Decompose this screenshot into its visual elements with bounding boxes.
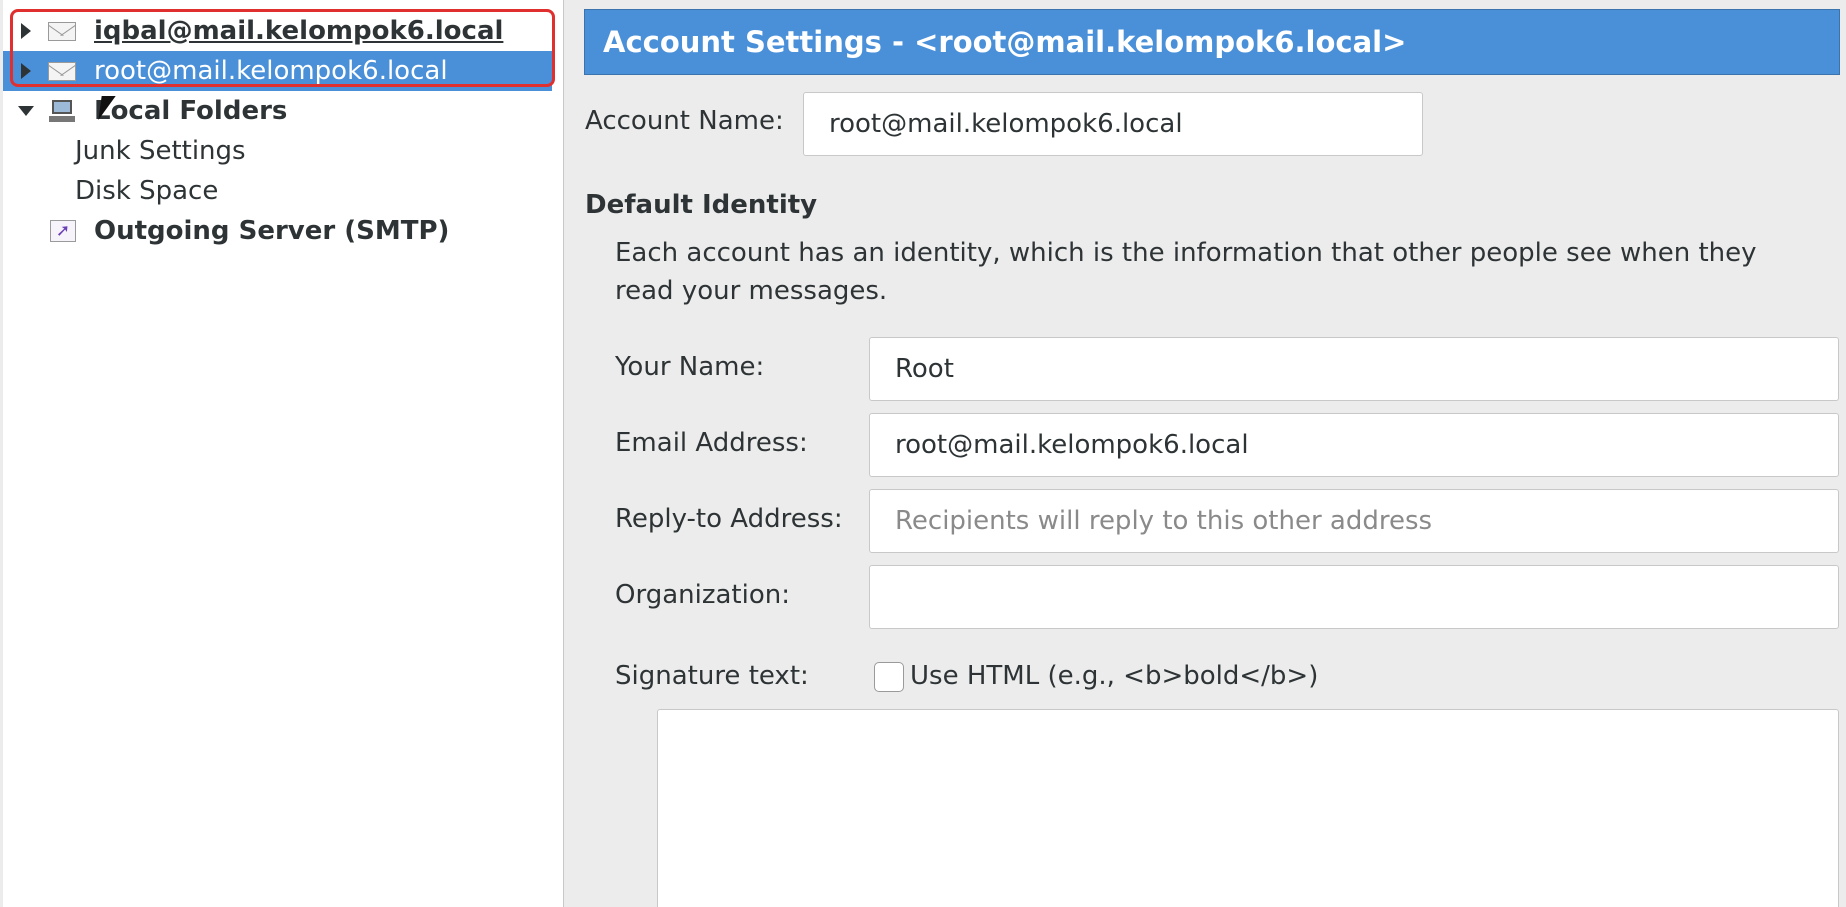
- outgoing-server-icon: ➚: [50, 220, 76, 242]
- computer-screen-icon-part: [52, 100, 72, 114]
- tree-item-local-folders[interactable]: Local Folders: [3, 91, 563, 131]
- signature-text-label: Signature text:: [615, 661, 809, 691]
- account-label-iqbal: iqbal@mail.kelompok6.local: [94, 16, 504, 46]
- expand-arrow-icon[interactable]: [21, 63, 31, 79]
- disk-space-label: Disk Space: [75, 176, 219, 206]
- identity-description: Each account has an identity, which is t…: [615, 238, 1757, 306]
- organization-input[interactable]: [869, 565, 1839, 629]
- use-html-label[interactable]: Use HTML (e.g., <b>bold</b>): [910, 661, 1318, 691]
- mail-account-icon: [48, 61, 76, 81]
- account-settings-window: iqbal@mail.kelompok6.local root@mail.kel…: [0, 0, 1846, 907]
- account-tree[interactable]: iqbal@mail.kelompok6.local root@mail.kel…: [3, 0, 564, 907]
- account-name-label: Account Name:: [585, 106, 784, 136]
- tree-item-outgoing-server[interactable]: ➚ Outgoing Server (SMTP): [3, 211, 563, 251]
- collapse-arrow-icon[interactable]: [18, 106, 34, 116]
- reply-to-label: Reply-to Address:: [615, 504, 843, 534]
- signature-textarea[interactable]: [657, 709, 1839, 907]
- computer-base-icon-part: [49, 116, 75, 122]
- tree-item-iqbal-account[interactable]: iqbal@mail.kelompok6.local: [3, 11, 563, 51]
- computer-icon: [49, 98, 75, 124]
- your-name-input[interactable]: Root: [869, 337, 1839, 401]
- email-address-label: Email Address:: [615, 428, 808, 458]
- tree-item-disk-space[interactable]: Disk Space: [3, 171, 563, 211]
- email-address-input[interactable]: root@mail.kelompok6.local: [869, 413, 1839, 477]
- tree-item-root-account[interactable]: root@mail.kelompok6.local: [3, 51, 552, 91]
- expand-arrow-icon[interactable]: [21, 23, 31, 39]
- mail-account-icon: [48, 21, 76, 41]
- account-label-root: root@mail.kelompok6.local: [94, 56, 448, 86]
- your-name-label: Your Name:: [615, 352, 765, 382]
- local-folders-label: Local Folders: [94, 96, 288, 126]
- default-identity-title: Default Identity: [585, 190, 818, 220]
- outgoing-server-label: Outgoing Server (SMTP): [94, 216, 450, 246]
- panel-title: Account Settings - <root@mail.kelompok6.…: [584, 9, 1840, 75]
- reply-to-input[interactable]: Recipients will reply to this other addr…: [869, 489, 1839, 553]
- organization-label: Organization:: [615, 580, 790, 610]
- account-settings-panel: Account Settings - <root@mail.kelompok6.…: [564, 0, 1846, 907]
- junk-settings-label: Junk Settings: [75, 136, 246, 166]
- tree-item-junk-settings[interactable]: Junk Settings: [3, 131, 563, 171]
- use-html-checkbox[interactable]: [874, 662, 904, 692]
- account-name-input[interactable]: root@mail.kelompok6.local: [803, 92, 1423, 156]
